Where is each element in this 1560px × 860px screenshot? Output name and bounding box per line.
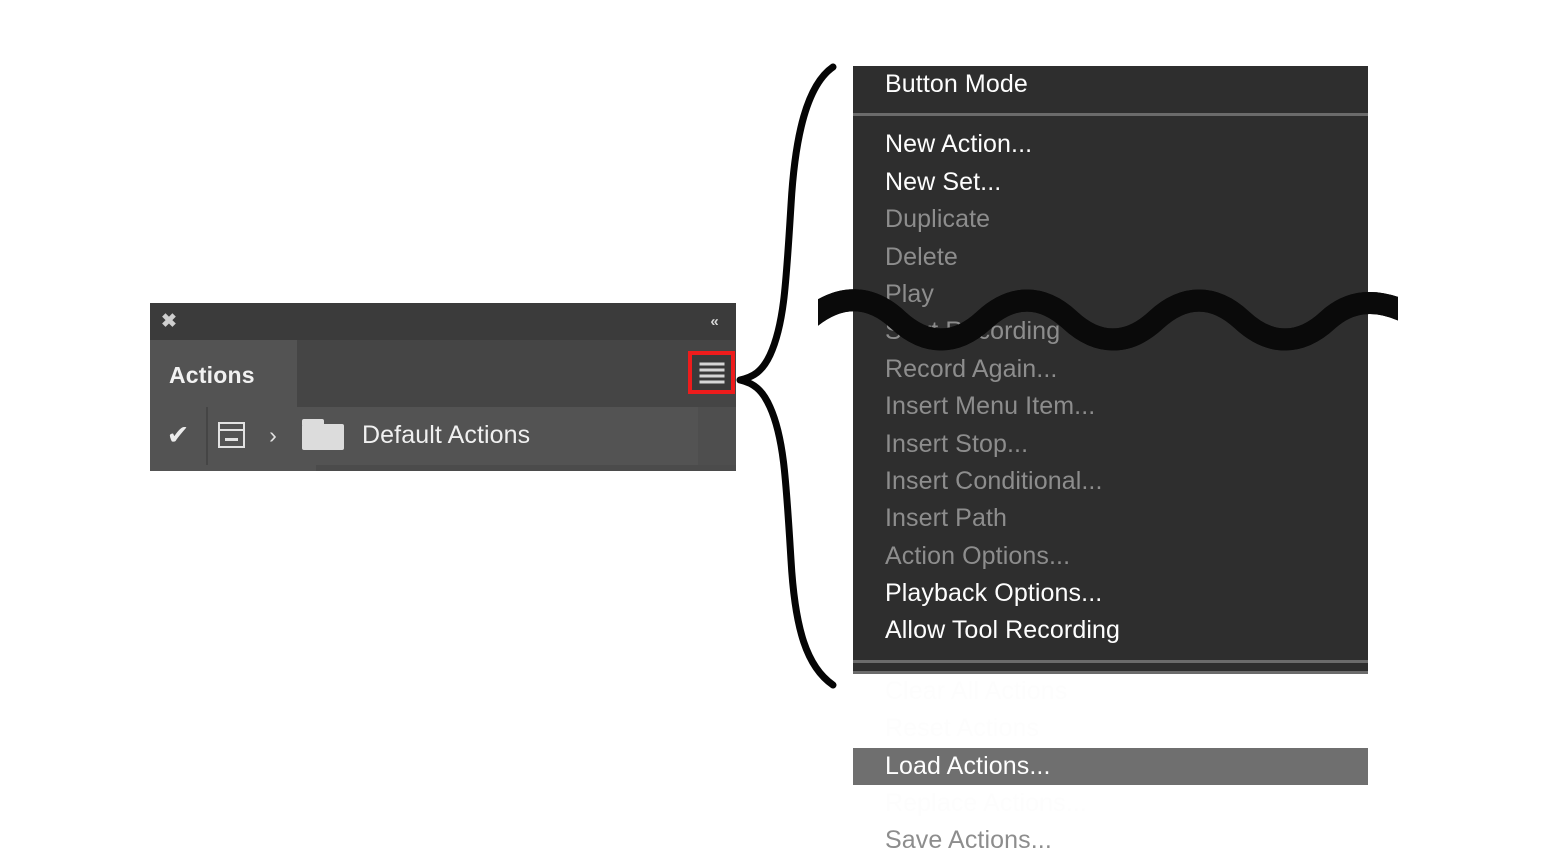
menu-item-replace-actions[interactable]: Replace Actions... [853, 785, 1368, 822]
menu-item-insert-conditional: Insert Conditional... [885, 466, 1103, 495]
menu-item-insert-path: Insert Path [885, 504, 1007, 533]
menu-item-start-recording: Start Recording [885, 317, 1061, 346]
curly-brace-annotation [736, 63, 837, 689]
menu-item-new-action[interactable]: New Action... [853, 126, 1368, 163]
menu-item-action-options: Action Options... [885, 541, 1071, 570]
double-chevron-left-icon[interactable]: « [703, 312, 725, 332]
menu-item-play: Play [885, 279, 935, 308]
menu-item-delete: Delete [885, 242, 958, 271]
column-divider [206, 407, 208, 465]
menu-item-record-again: Record Again... [885, 354, 1058, 383]
list-item[interactable]: ✔ › Default Actions [150, 407, 736, 465]
menu-item-insert-stop: Insert Stop... [885, 429, 1029, 458]
chevron-right-icon[interactable]: › [263, 420, 283, 450]
panel-titlebar: ✖ « [150, 303, 736, 340]
hamburger-line [699, 374, 724, 377]
checkmark-icon[interactable]: ✔ [163, 420, 193, 450]
menu-separator [853, 659, 1368, 663]
close-icon[interactable]: ✖ [158, 311, 180, 333]
panel-flyout-menu: Button Mode New Action... New Set... Duplic… [853, 66, 1368, 854]
tab-actions-label: Actions [169, 362, 255, 388]
scrollbar-gutter[interactable] [698, 407, 736, 465]
menu-item-reset-actions[interactable]: Reset Actions [853, 710, 1368, 747]
list-item-label: Default Actions [362, 421, 531, 449]
menu-item-clear-all-actions[interactable]: Clear All Actions [853, 673, 1368, 710]
menu-item-playback-options[interactable]: Playback Options... [853, 575, 1368, 612]
menu-item-load-actions[interactable]: Load Actions... [853, 747, 1368, 786]
menu-item-save-actions: Save Actions... [885, 826, 1052, 855]
panel-tab-bar: Actions [150, 340, 736, 407]
menu-item-button-mode[interactable]: Button Mode [853, 66, 1368, 103]
menu-separator [853, 113, 1368, 117]
hamburger-line [699, 380, 724, 383]
menu-item-duplicate: Duplicate [885, 205, 991, 234]
actions-panel: ✖ « Actions ✔ › Default Actions [150, 303, 736, 471]
panel-menu-button[interactable] [688, 351, 735, 394]
menu-item-insert-menu-item: Insert Menu Item... [885, 392, 1096, 421]
menu-item-allow-tool-recording[interactable]: Allow Tool Recording [853, 612, 1368, 649]
hamburger-line [699, 362, 724, 365]
actions-list: ✔ › Default Actions [150, 407, 736, 471]
menu-item-new-set[interactable]: New Set... [853, 164, 1368, 201]
hamburger-line [699, 368, 724, 371]
folder-icon [302, 419, 344, 450]
hamburger-menu-icon [699, 362, 724, 383]
toggle-dialog-icon[interactable] [218, 422, 245, 448]
panel-bottom-strip [316, 465, 736, 471]
